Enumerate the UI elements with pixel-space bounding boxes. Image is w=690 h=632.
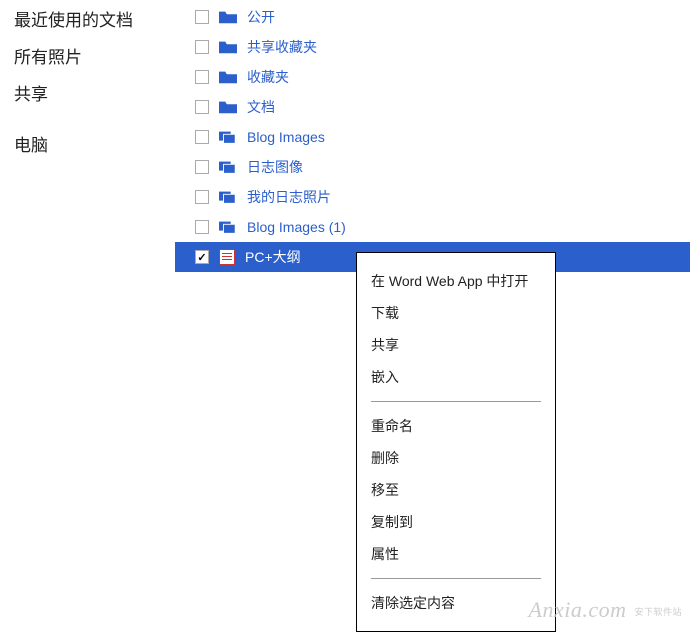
gallery-icon	[219, 219, 237, 235]
menu-properties[interactable]: 属性	[357, 538, 555, 570]
menu-open-word-web-app[interactable]: 在 Word Web App 中打开	[357, 265, 555, 297]
watermark-ext: .com	[582, 597, 626, 622]
menu-delete[interactable]: 删除	[357, 442, 555, 474]
checkbox[interactable]	[195, 130, 209, 144]
menu-download[interactable]: 下载	[357, 297, 555, 329]
menu-separator	[371, 578, 541, 579]
checkbox[interactable]	[195, 40, 209, 54]
file-row[interactable]: 公开	[175, 2, 690, 32]
gallery-icon	[219, 159, 237, 175]
file-row[interactable]: 共享收藏夹	[175, 32, 690, 62]
file-label[interactable]: Blog Images	[247, 129, 325, 145]
checkbox[interactable]	[195, 10, 209, 24]
menu-share[interactable]: 共享	[357, 329, 555, 361]
file-label[interactable]: PC+大纲	[245, 247, 301, 267]
folder-icon	[219, 39, 237, 55]
menu-separator	[371, 401, 541, 402]
file-label[interactable]: 收藏夹	[247, 67, 289, 87]
sidebar-item-shared[interactable]: 共享	[14, 80, 161, 105]
menu-embed[interactable]: 嵌入	[357, 361, 555, 393]
file-label[interactable]: 我的日志照片	[247, 187, 331, 207]
file-row[interactable]: 我的日志照片	[175, 182, 690, 212]
checkbox[interactable]	[195, 160, 209, 174]
file-label[interactable]: Blog Images (1)	[247, 219, 346, 235]
checkbox[interactable]	[195, 220, 209, 234]
file-row[interactable]: Blog Images (1)	[175, 212, 690, 242]
watermark-main: Anxia	[529, 597, 583, 622]
file-row[interactable]: 文档	[175, 92, 690, 122]
file-label[interactable]: 文档	[247, 97, 275, 117]
checkbox[interactable]	[195, 250, 209, 264]
file-row[interactable]: Blog Images	[175, 122, 690, 152]
gallery-icon	[219, 129, 237, 145]
menu-rename[interactable]: 重命名	[357, 410, 555, 442]
menu-copy-to[interactable]: 复制到	[357, 506, 555, 538]
gallery-icon	[219, 189, 237, 205]
file-row[interactable]: 收藏夹	[175, 62, 690, 92]
file-row[interactable]: 日志图像	[175, 152, 690, 182]
checkbox[interactable]	[195, 100, 209, 114]
file-label[interactable]: 公开	[247, 7, 275, 27]
watermark: Anxia.com 安下软件站	[529, 597, 683, 623]
menu-clear-selection[interactable]: 清除选定内容	[357, 587, 555, 619]
checkbox[interactable]	[195, 70, 209, 84]
folder-icon	[219, 99, 237, 115]
context-menu: 在 Word Web App 中打开 下载 共享 嵌入 重命名 删除 移至 复制…	[356, 252, 556, 632]
watermark-sub: 安下软件站	[634, 605, 682, 618]
sidebar-item-photos[interactable]: 所有照片	[14, 43, 161, 68]
menu-move-to[interactable]: 移至	[357, 474, 555, 506]
sidebar-item-computer[interactable]: 电脑	[14, 131, 161, 156]
file-label[interactable]: 日志图像	[247, 157, 303, 177]
folder-icon	[219, 9, 237, 25]
file-label[interactable]: 共享收藏夹	[247, 37, 317, 57]
document-icon	[219, 249, 235, 265]
sidebar: 最近使用的文档 所有照片 共享 电脑	[0, 0, 175, 629]
checkbox[interactable]	[195, 190, 209, 204]
folder-icon	[219, 69, 237, 85]
sidebar-item-recent[interactable]: 最近使用的文档	[14, 6, 161, 31]
